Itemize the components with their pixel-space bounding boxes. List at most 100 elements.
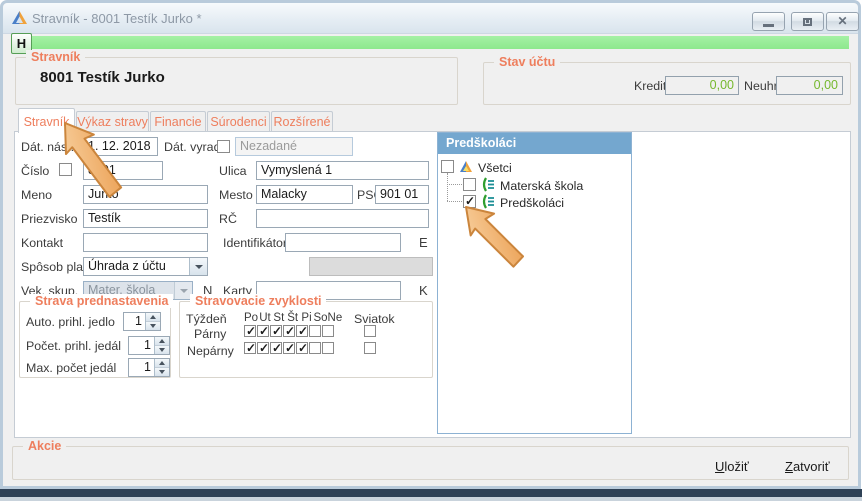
day-label: Št — [286, 312, 300, 324]
day-header-row: Po Ut St Št Pi So Ne — [244, 312, 341, 324]
dat-vyrad-checkbox[interactable] — [217, 140, 230, 153]
spinner-down-button[interactable] — [155, 346, 169, 354]
cislo-field[interactable]: 8001 — [83, 161, 163, 180]
habits-group-title: Stravovacie zvyklosti — [190, 294, 326, 308]
close-button[interactable]: ✕ — [826, 12, 859, 31]
tab-surodenci[interactable]: Súrodenci — [207, 111, 270, 132]
count-meal-spinner[interactable]: 1 — [128, 336, 170, 355]
count-meal-label: Počet. prihl. jedál — [26, 339, 121, 353]
spinner-down-button[interactable] — [146, 322, 160, 330]
spinner-down-button[interactable] — [155, 368, 169, 376]
max-meal-spinner[interactable]: 1 — [128, 358, 170, 377]
spinner-up-button[interactable] — [155, 359, 169, 368]
title-bar[interactable]: Stravník - 8001 Testík Jurko * ✕ — [3, 3, 858, 34]
chevron-down-icon — [195, 265, 203, 269]
kontakt-label: Kontakt — [21, 236, 63, 250]
tree-connector-line — [447, 201, 462, 202]
close-icon: ✕ — [827, 14, 858, 28]
spinner-up-button[interactable] — [155, 337, 169, 346]
ulica-field[interactable]: Vymyslená 1 — [256, 161, 429, 180]
diner-group-title: Stravník — [26, 50, 85, 64]
window-bottom-edge — [0, 489, 862, 497]
arrow-up-icon — [159, 339, 165, 343]
max-meal-label: Max. počet jedál — [26, 361, 116, 375]
habit-checkbox[interactable] — [244, 342, 256, 354]
mesto-field[interactable]: Malacky — [256, 185, 353, 204]
priezvisko-label: Priezvisko — [21, 212, 77, 226]
meno-field[interactable]: Jurko — [83, 185, 208, 204]
habit-checkbox[interactable] — [296, 325, 308, 337]
auto-meal-spinner[interactable]: 1 — [123, 312, 161, 331]
habit-checkbox[interactable] — [322, 325, 334, 337]
spinner-up-button[interactable] — [146, 313, 160, 322]
tab-rozsirene[interactable]: Rozšírené — [271, 111, 333, 132]
day-label: Ut — [258, 312, 272, 324]
auto-meal-label: Auto. prihl. jedlo — [26, 315, 115, 329]
rc-field[interactable] — [256, 209, 429, 228]
account-status-group: Stav účtu Kredit 0,00 Neuhr. 0,00 — [483, 62, 851, 105]
tab-vykaz-stravy[interactable]: Výkaz stravy — [76, 111, 149, 132]
psc-field[interactable]: 901 01 — [375, 185, 429, 204]
tree-item-vsetci[interactable]: Všetci — [478, 161, 512, 175]
holiday-checkbox[interactable] — [364, 325, 376, 337]
mesto-label: Mesto — [219, 188, 253, 202]
close-window-button[interactable]: Zatvoriť — [785, 459, 830, 474]
habit-checkbox[interactable] — [309, 325, 321, 337]
save-button[interactable]: Uložiť — [715, 459, 749, 474]
tab-financie[interactable]: Financie — [150, 111, 206, 132]
tree-connector-line — [447, 184, 462, 185]
habit-checkbox[interactable] — [283, 342, 295, 354]
habit-checkbox[interactable] — [309, 342, 321, 354]
habit-checkbox[interactable] — [322, 342, 334, 354]
week-label: Týždeň — [186, 312, 227, 326]
sposob-platby-combobox[interactable]: Úhrada z účtu — [83, 257, 208, 276]
identifikator-field[interactable] — [285, 233, 401, 252]
rc-label: RČ — [219, 212, 237, 226]
presets-group: Strava prednastavenia Auto. prihl. jedlo… — [19, 301, 171, 378]
tree-checkbox-predskolaci[interactable] — [463, 195, 476, 208]
maximize-button[interactable] — [791, 12, 824, 31]
diner-group: Stravník 8001 Testík Jurko — [15, 57, 458, 105]
neparny-label: Nepárny — [187, 344, 234, 358]
cislo-checkbox[interactable] — [59, 163, 72, 176]
ulica-label: Ulica — [219, 164, 247, 178]
habit-checkbox[interactable] — [257, 342, 269, 354]
chevron-down-icon — [180, 289, 188, 293]
day-label: So — [313, 312, 327, 324]
kontakt-field[interactable] — [83, 233, 208, 252]
identifikator-suffix: E — [419, 235, 428, 250]
arrow-up-icon — [159, 361, 165, 365]
habit-checkbox[interactable] — [270, 325, 282, 337]
tree-panel-title: Predškoláci — [446, 136, 516, 150]
identifikator-label: Identifikátor — [223, 236, 287, 250]
priezvisko-field[interactable]: Testík — [83, 209, 208, 228]
tree-item-materska-skola[interactable]: Materská škola — [500, 179, 583, 193]
group-icon — [481, 194, 496, 209]
spinner-value: 1 — [129, 359, 154, 376]
day-label: St — [272, 312, 286, 324]
dat-vyrad-label: Dát. vyrad. — [164, 140, 224, 154]
holiday-checkbox[interactable] — [364, 342, 376, 354]
close-label-rest: atvoriť — [793, 459, 830, 474]
save-label-rest: ložiť — [724, 459, 748, 474]
habit-checkbox[interactable] — [244, 325, 256, 337]
groups-tree-panel: Predškoláci Všetci Materská škola Predšk… — [437, 132, 632, 434]
tree-checkbox-vsetci[interactable] — [441, 160, 454, 173]
minimize-button[interactable] — [752, 12, 785, 31]
tab-stravnik[interactable]: Stravník — [18, 108, 75, 133]
app-logo-icon — [11, 10, 28, 25]
tree-checkbox-materska-skola[interactable] — [463, 178, 476, 191]
habit-checkbox[interactable] — [257, 325, 269, 337]
tab-page-stravnik: Dát. nást. 1. 12. 2018 Dát. vyrad. Nezad… — [14, 131, 851, 438]
desktop-edge — [0, 497, 862, 501]
habit-checkbox[interactable] — [283, 325, 295, 337]
arrow-down-icon — [159, 348, 165, 352]
tree-connector-line — [447, 173, 448, 201]
dat-nast-field[interactable]: 1. 12. 2018 — [83, 137, 158, 156]
cislo-label: Číslo — [21, 164, 49, 178]
habit-checkbox[interactable] — [296, 342, 308, 354]
dropdown-button[interactable] — [189, 258, 207, 275]
holiday-label: Sviatok — [354, 312, 395, 326]
tree-item-predskolaci[interactable]: Predškoláci — [500, 196, 564, 210]
habit-checkbox[interactable] — [270, 342, 282, 354]
